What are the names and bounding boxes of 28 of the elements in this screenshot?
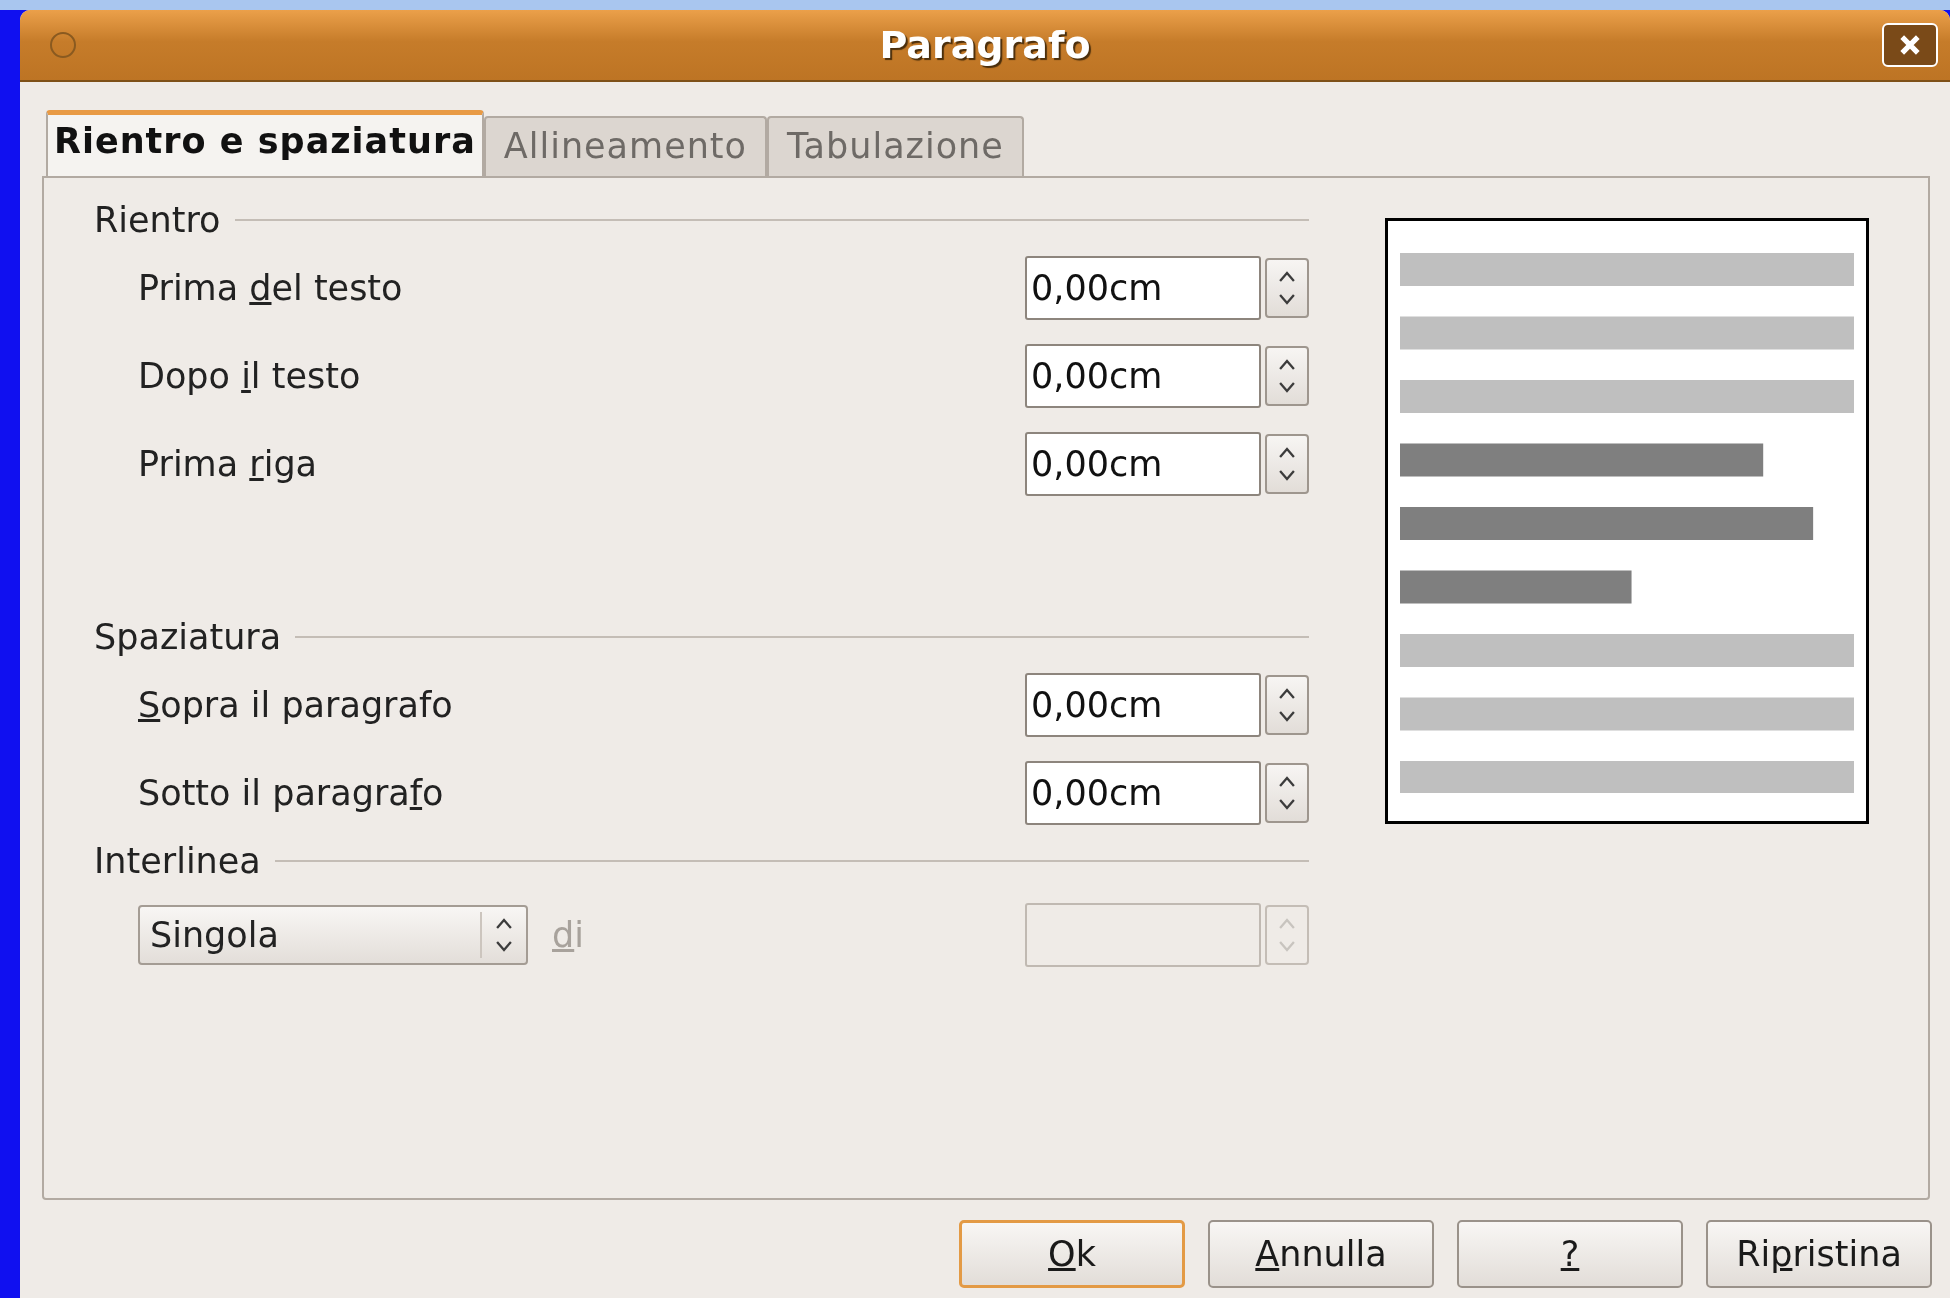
of-label: di xyxy=(552,915,584,955)
input-field[interactable]: 0,00cm xyxy=(1025,761,1261,825)
input-field[interactable]: 0,00cm xyxy=(1025,673,1261,737)
field-label: Dopo il testo xyxy=(138,356,361,396)
field-label: Sotto il paragrafo xyxy=(138,773,444,813)
field-label: Prima del testo xyxy=(138,268,403,308)
window-title: Paragrafo xyxy=(879,23,1091,67)
tab[interactable]: Rientro e spaziatura xyxy=(46,110,484,176)
input-field[interactable]: 0,00cm xyxy=(1025,344,1261,408)
tab[interactable]: Tabulazione xyxy=(767,116,1024,176)
dialog-button[interactable]: Annulla xyxy=(1208,1220,1434,1288)
tab[interactable]: Allineamento xyxy=(483,116,767,176)
field-label: Prima riga xyxy=(138,444,318,484)
spin-buttons[interactable] xyxy=(1265,258,1309,318)
dialog-button[interactable]: Ok xyxy=(959,1220,1185,1288)
section-title: Rientro xyxy=(94,200,221,240)
section-title: Interlinea xyxy=(94,841,261,881)
close-button[interactable] xyxy=(1882,23,1938,67)
dialog-button[interactable]: Ripristina xyxy=(1706,1220,1932,1288)
spin-buttons[interactable] xyxy=(1265,763,1309,823)
section-title: Spaziatura xyxy=(94,617,282,657)
dialog-button[interactable]: ? xyxy=(1457,1220,1683,1288)
input-field[interactable]: 0,00cm xyxy=(1025,256,1261,320)
input-field[interactable]: 0,00cm xyxy=(1025,432,1261,496)
spin-buttons[interactable] xyxy=(1265,675,1309,735)
spin-buttons[interactable] xyxy=(1265,346,1309,406)
field-label: Sopra il paragrafo xyxy=(138,685,453,725)
spin-buttons[interactable] xyxy=(1265,434,1309,494)
